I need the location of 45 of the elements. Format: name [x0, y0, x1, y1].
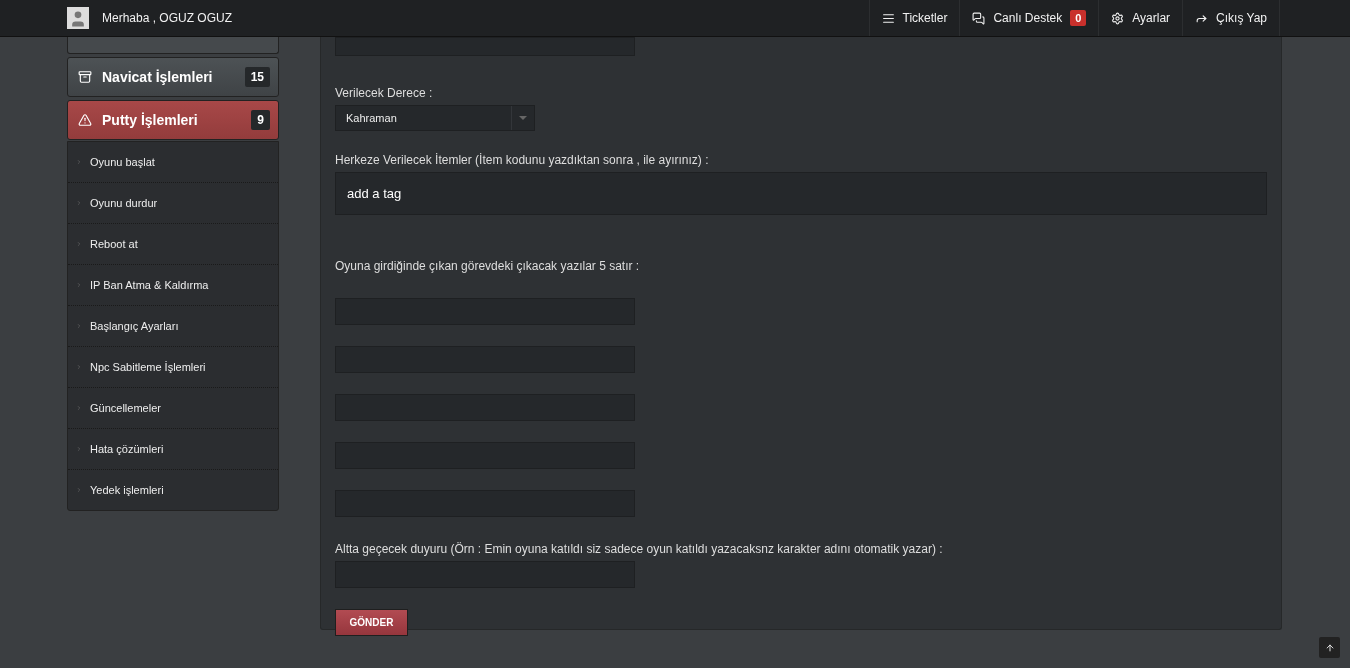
settings-icon — [1111, 11, 1125, 25]
nav-link[interactable]: Çıkış Yap — [1183, 0, 1280, 36]
submenu-item[interactable]: Oyunu durdur — [68, 183, 278, 224]
select-field[interactable]: Kahraman — [335, 105, 535, 131]
submenu-item[interactable]: Başlangıç Ayarları — [68, 306, 278, 347]
chevron-icon — [76, 282, 82, 288]
submenu-item[interactable]: Npc Sabitleme İşlemleri — [68, 347, 278, 388]
count-badge: 15 — [244, 67, 270, 87]
submenu-item[interactable]: Oyunu başlat — [68, 142, 278, 183]
sidebar-group[interactable]: Navicat İşlemleri 15 — [67, 57, 279, 97]
count-badge: 0 — [1070, 10, 1087, 26]
caret-icon — [519, 116, 527, 120]
submenu-item[interactable]: Reboot at — [68, 224, 278, 265]
archive-icon — [78, 70, 92, 84]
list-icon — [881, 11, 895, 25]
sidebar-group[interactable]: Putty İşlemleri 9 — [67, 100, 279, 140]
nav-link[interactable]: Canlı Destek 0 — [960, 0, 1100, 36]
field-label: Verilecek Derece : — [335, 86, 434, 100]
chevron-icon — [76, 487, 82, 493]
submit-button[interactable]: GÖNDER — [335, 609, 408, 636]
chevron-icon — [76, 159, 82, 165]
chat-icon — [972, 11, 986, 25]
tag-input-field[interactable]: add a tag — [335, 172, 1267, 215]
chevron-icon — [76, 446, 82, 452]
count-badge: 9 — [251, 110, 270, 130]
submenu-item[interactable]: Güncellemeler — [68, 388, 278, 429]
chevron-icon — [76, 200, 82, 206]
avatar-icon — [67, 7, 89, 29]
nav-link[interactable]: Ayarlar — [1099, 0, 1184, 36]
text-field[interactable] — [335, 37, 635, 56]
submenu-item[interactable]: Yedek işlemleri — [68, 470, 278, 510]
chevron-icon — [76, 405, 82, 411]
chevron-icon — [76, 364, 82, 370]
field-label: Herkeze Verilecek İtemler (İtem kodunu yazdıktan sonra , ile ayırınız) : — [335, 153, 710, 167]
field-label: Oyuna girdiğinde çıkan görevdeki çıkacak yazılar 5 satır : — [335, 259, 641, 273]
submenu-item[interactable]: Hata çözümleri — [68, 429, 278, 470]
submenu-item[interactable]: IP Ban Atma & Kaldırma — [68, 265, 278, 306]
chevron-icon — [76, 241, 82, 247]
warning-icon — [78, 113, 92, 127]
greeting-text: Merhaba , OGUZ OGUZ — [102, 11, 233, 25]
nav-link[interactable]: Ticketler — [869, 0, 961, 36]
scroll-top-button[interactable] — [1319, 637, 1340, 658]
field-label: Altta geçecek duyuru (Örn : Emin oyuna katıldı siz sadece oyun katıldı yazacaksnz karakter adını otomatik yazar) : — [335, 542, 944, 556]
chevron-icon — [76, 323, 82, 329]
arrow-up-icon — [1324, 642, 1335, 653]
